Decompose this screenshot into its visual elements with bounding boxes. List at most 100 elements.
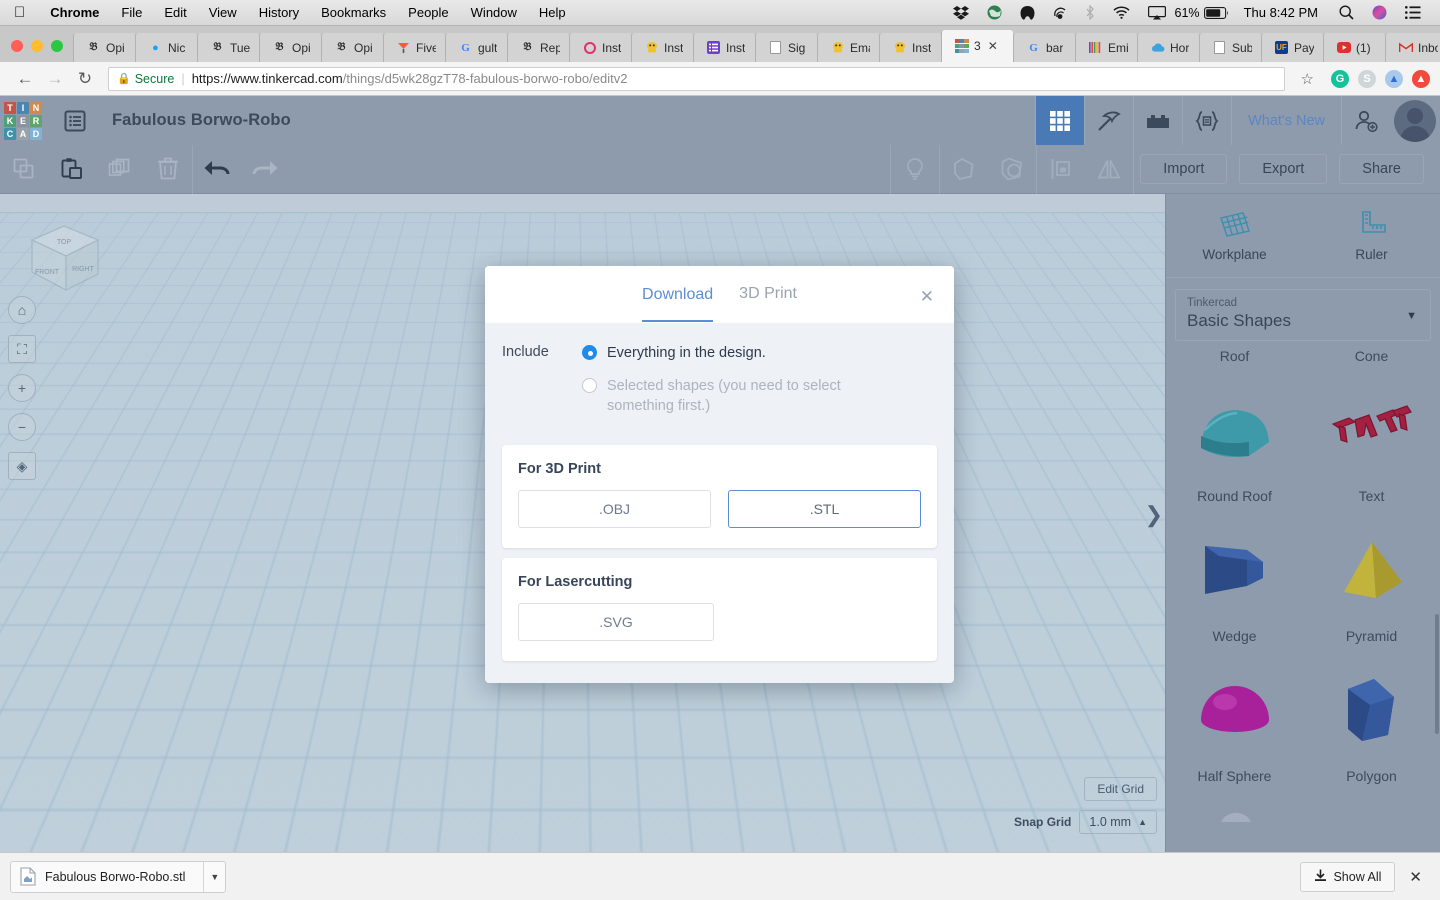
- shape-item[interactable]: Roof: [1166, 344, 1303, 374]
- tinkercad-logo[interactable]: T I N K E R C A D: [0, 96, 46, 145]
- edit-grid-button[interactable]: Edit Grid: [1084, 777, 1157, 801]
- codeblocks-icon[interactable]: [1182, 96, 1231, 145]
- shape-item-round-roof[interactable]: Round Roof: [1166, 374, 1303, 514]
- copy-icon[interactable]: [0, 145, 48, 194]
- menu-item-file[interactable]: File: [110, 5, 153, 20]
- shape-library-select[interactable]: Tinkercad Basic Shapes ▼: [1175, 289, 1431, 341]
- forward-arrow-icon[interactable]: →: [40, 69, 70, 89]
- export-button[interactable]: Export: [1239, 154, 1328, 184]
- ortho-view-icon[interactable]: ◈: [8, 452, 36, 480]
- ungroup-icon[interactable]: [988, 145, 1036, 194]
- menu-item-edit[interactable]: Edit: [153, 5, 197, 20]
- star-icon[interactable]: ☆: [1293, 70, 1322, 88]
- lightbulb-icon[interactable]: [891, 145, 939, 194]
- browser-tab[interactable]: Inst: [631, 33, 693, 62]
- pickaxe-icon[interactable]: [1084, 96, 1133, 145]
- show-all-button[interactable]: Show All: [1300, 861, 1396, 892]
- shape-item-half-sphere[interactable]: Half Sphere: [1166, 654, 1303, 794]
- menu-item-chrome[interactable]: Chrome: [39, 5, 110, 20]
- browser-tab[interactable]: Ema: [817, 33, 879, 62]
- close-icon[interactable]: ✕: [920, 287, 934, 307]
- share-button[interactable]: Share: [1339, 154, 1424, 184]
- browser-tab-active[interactable]: 3 ✕: [941, 30, 1013, 62]
- fit-view-icon[interactable]: ⛶: [8, 335, 36, 363]
- browser-tab[interactable]: 𝔅 Tue: [197, 33, 259, 62]
- panel-scrollbar[interactable]: [1435, 614, 1439, 734]
- duplicate-icon[interactable]: [96, 145, 144, 194]
- browser-tab[interactable]: Hor: [1137, 33, 1199, 62]
- browser-tab[interactable]: Sub: [1199, 33, 1261, 62]
- browser-tab[interactable]: Five: [383, 33, 445, 62]
- browser-tab[interactable]: 𝔅 Opi: [321, 33, 383, 62]
- align-icon[interactable]: [1037, 145, 1085, 194]
- maximize-window-button[interactable]: [51, 40, 63, 52]
- browser-tab[interactable]: Gbar: [1013, 33, 1075, 62]
- search-icon[interactable]: [1330, 5, 1363, 20]
- menu-item-people[interactable]: People: [397, 5, 459, 20]
- airplay-icon[interactable]: [1139, 5, 1175, 20]
- browser-tab[interactable]: Sig: [755, 33, 817, 62]
- bluetooth-icon[interactable]: [1076, 5, 1104, 20]
- browser-tab[interactable]: Inst: [879, 33, 941, 62]
- pocket-icon[interactable]: ▲: [1412, 69, 1430, 88]
- redo-icon[interactable]: [241, 145, 289, 194]
- browser-tab[interactable]: (1): [1323, 33, 1385, 62]
- obj-format-button[interactable]: .OBJ: [518, 490, 711, 528]
- browser-tab[interactable]: Ggult: [445, 33, 507, 62]
- mirror-icon[interactable]: [1085, 145, 1133, 194]
- menu-item-help[interactable]: Help: [528, 5, 577, 20]
- home-view-icon[interactable]: ⌂: [8, 296, 36, 324]
- paste-icon[interactable]: [48, 145, 96, 194]
- caret-down-icon[interactable]: ▼: [203, 861, 225, 892]
- browser-tab[interactable]: 𝔅 Opi: [259, 33, 321, 62]
- avatar[interactable]: [1390, 96, 1440, 145]
- blocks-icon[interactable]: [1133, 96, 1182, 145]
- skype-icon[interactable]: S: [1358, 69, 1376, 88]
- shape-list[interactable]: Roof Cone Round Roof Text Wedge Pyramid …: [1166, 344, 1440, 852]
- shape-item-polygon[interactable]: Polygon: [1303, 654, 1440, 794]
- zoom-in-icon[interactable]: +: [8, 374, 36, 402]
- browser-tab[interactable]: UF Pay: [1261, 33, 1323, 62]
- menu-item-bookmarks[interactable]: Bookmarks: [310, 5, 397, 20]
- shape-item[interactable]: [1166, 794, 1303, 824]
- ruler-tool[interactable]: Ruler: [1303, 194, 1440, 277]
- hamburger-list-icon[interactable]: [58, 107, 92, 135]
- browser-tab[interactable]: Emi: [1075, 33, 1137, 62]
- dropbox-icon[interactable]: [944, 5, 978, 20]
- delete-icon[interactable]: [144, 145, 192, 194]
- zoom-out-icon[interactable]: −: [8, 413, 36, 441]
- dropbox-icon[interactable]: ▲: [1385, 69, 1403, 88]
- radio-option-everything[interactable]: Everything in the design.: [582, 343, 937, 363]
- radio-icon[interactable]: [582, 345, 597, 360]
- tab-3d-print[interactable]: 3D Print: [739, 285, 797, 305]
- svg-format-button[interactable]: .SVG: [518, 603, 714, 641]
- chevron-right-icon[interactable]: ❯: [1145, 502, 1163, 528]
- notification-center-icon[interactable]: [1396, 6, 1430, 19]
- browser-tab[interactable]: 𝔅 Opi: [73, 33, 135, 62]
- gamepad-icon[interactable]: [1011, 5, 1044, 20]
- import-button[interactable]: Import: [1140, 154, 1228, 184]
- add-person-icon[interactable]: [1341, 96, 1390, 145]
- reload-icon[interactable]: ↻: [70, 69, 100, 89]
- shape-item[interactable]: Cone: [1303, 344, 1440, 374]
- grid-view-icon[interactable]: [1035, 96, 1085, 145]
- siri-icon[interactable]: [1363, 5, 1396, 20]
- menu-item-history[interactable]: History: [248, 5, 310, 20]
- minimize-window-button[interactable]: [31, 40, 43, 52]
- browser-tab[interactable]: Inbo: [1385, 33, 1440, 62]
- browser-tab[interactable]: Inst: [569, 33, 631, 62]
- group-icon[interactable]: [940, 145, 988, 194]
- address-bar[interactable]: 🔒 Secure | https://www.tinkercad.com/thi…: [108, 66, 1285, 91]
- close-icon[interactable]: ✕: [1409, 868, 1422, 886]
- shape-item-pyramid[interactable]: Pyramid: [1303, 514, 1440, 654]
- browser-tab[interactable]: Inst: [693, 33, 755, 62]
- tab-download[interactable]: Download: [642, 286, 714, 322]
- globe-icon[interactable]: [978, 5, 1011, 20]
- browser-tab[interactable]: 𝔅 Rep: [507, 33, 569, 62]
- close-tab-icon[interactable]: ✕: [988, 39, 998, 53]
- stl-format-button[interactable]: .STL: [728, 490, 921, 528]
- undo-icon[interactable]: [193, 145, 241, 194]
- airport-icon[interactable]: [1044, 5, 1076, 20]
- battery-icon[interactable]: [1202, 6, 1238, 19]
- grammarly-icon[interactable]: G: [1331, 69, 1349, 88]
